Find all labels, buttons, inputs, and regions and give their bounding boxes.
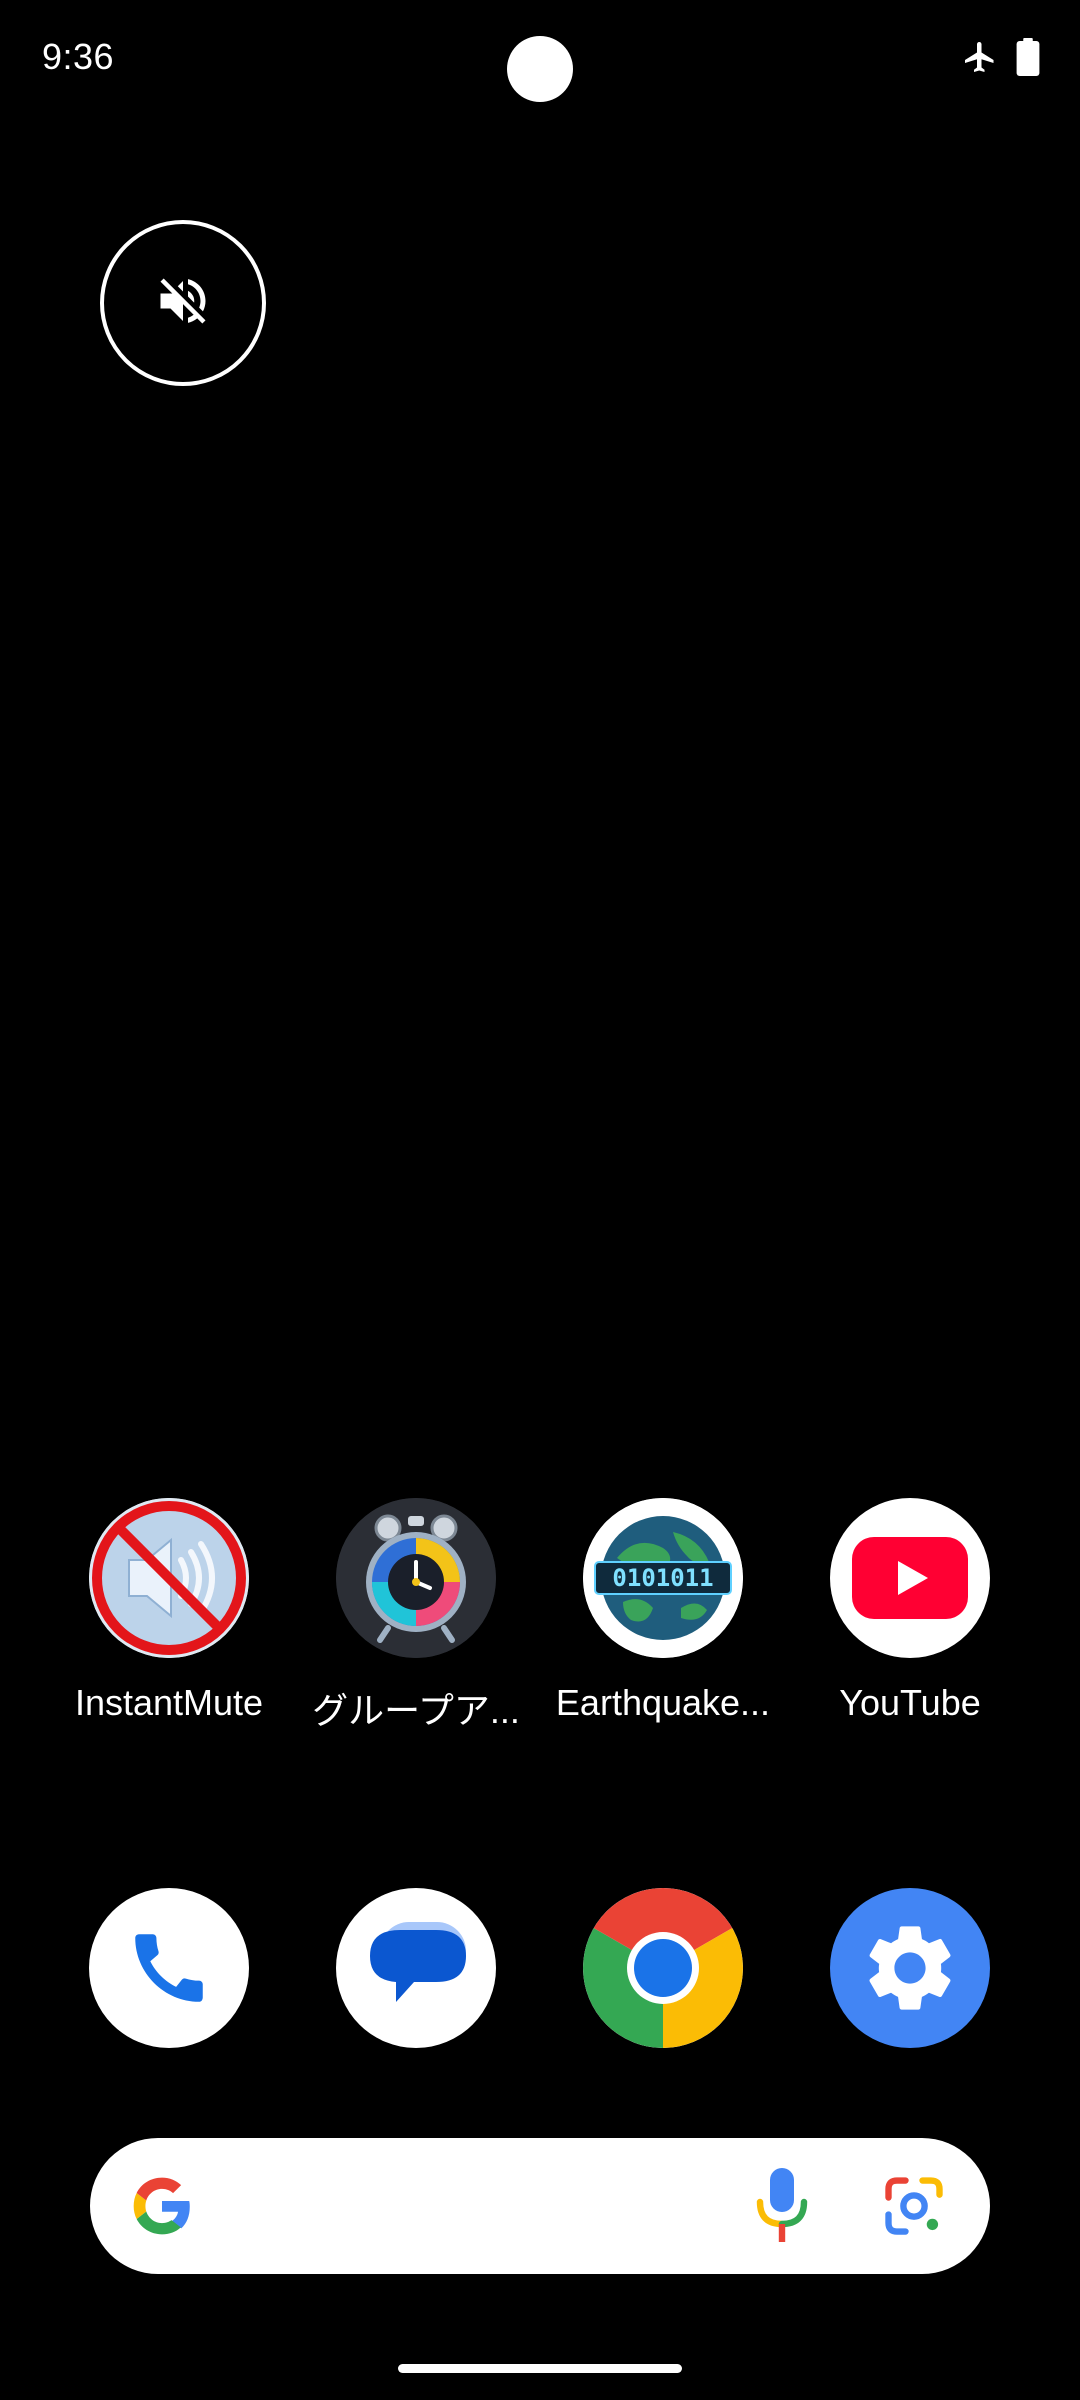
dock-phone[interactable] (49, 1888, 289, 2048)
app-label: YouTube (839, 1682, 981, 1723)
dock-settings[interactable] (790, 1888, 1030, 2048)
app-instantmute[interactable]: InstantMute (49, 1498, 289, 1724)
alarm-clock-icon (336, 1498, 496, 1658)
microphone-icon[interactable] (754, 2168, 810, 2249)
messages-icon (336, 1888, 496, 2048)
phone-icon (89, 1888, 249, 2048)
app-label: Earthquake... (555, 1682, 771, 1723)
status-time: 9:36 (42, 36, 115, 77)
floating-mute-button[interactable] (100, 220, 266, 386)
home-indicator[interactable] (398, 2364, 682, 2373)
status-icons (962, 38, 1040, 76)
dock-chrome[interactable] (543, 1888, 783, 2048)
earth-binary-icon: 0101011 (583, 1498, 743, 1658)
dock-messages[interactable] (296, 1888, 536, 2048)
svg-text:0101011: 0101011 (612, 1564, 713, 1592)
app-label: グループア... (312, 1690, 520, 1731)
camera-cutout (507, 36, 573, 102)
app-earthquake[interactable]: 0101011 Earthquake... (543, 1498, 783, 1724)
battery-icon (1016, 38, 1040, 76)
status-bar: 9:36 (0, 0, 1080, 120)
settings-icon (830, 1888, 990, 2048)
google-lens-icon[interactable] (880, 2172, 948, 2245)
app-youtube[interactable]: YouTube (790, 1498, 1030, 1724)
chrome-icon (583, 1888, 743, 2048)
google-g-icon (128, 2172, 196, 2245)
app-group-alarm[interactable]: グループア... (296, 1498, 536, 1734)
app-label: InstantMute (74, 1682, 264, 1723)
instantmute-icon (89, 1498, 249, 1658)
youtube-icon (830, 1498, 990, 1658)
google-search-bar[interactable] (90, 2138, 990, 2274)
airplane-mode-icon (962, 39, 998, 75)
volume-off-icon (153, 271, 213, 336)
